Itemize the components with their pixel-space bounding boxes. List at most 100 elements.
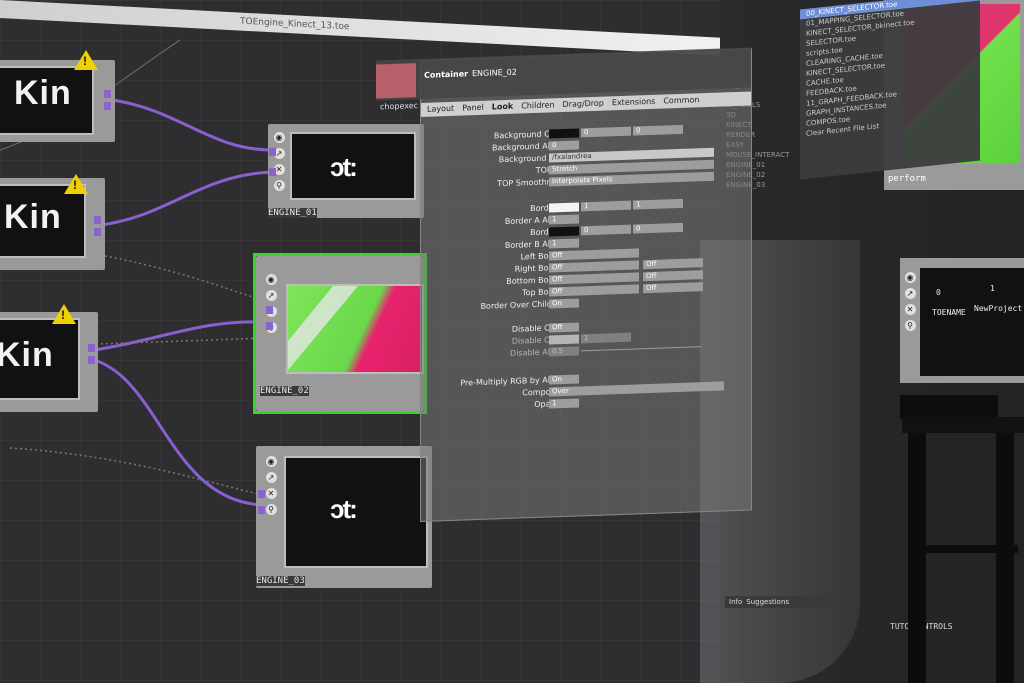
param-dropdown[interactable]: Off <box>549 272 639 285</box>
op-name[interactable]: ENGINE_02 <box>472 68 517 79</box>
table-header-cell: 0 <box>936 288 941 297</box>
viewer-toggle-icon[interactable]: ◉ <box>273 132 285 143</box>
output-port[interactable] <box>88 356 95 364</box>
wire-icon[interactable]: ↗ <box>904 288 916 299</box>
input-port[interactable] <box>258 490 265 498</box>
tab-common[interactable]: Common <box>663 93 699 108</box>
node-name[interactable]: ENGINE_01 <box>268 208 317 218</box>
tab-extensions[interactable]: Extensions <box>612 95 655 111</box>
tab-layout[interactable]: Layout <box>427 102 454 117</box>
warning-icon[interactable]: ! <box>74 50 98 70</box>
param-dropdown[interactable]: Off <box>643 258 703 270</box>
bottom-tabs: Info Suggestions <box>725 596 834 608</box>
output-port[interactable] <box>94 216 101 224</box>
dashed-link-2 <box>9 447 263 496</box>
table-viewer <box>920 268 1024 376</box>
kin-node-2[interactable]: Kin ! <box>0 174 105 270</box>
param-dropdown[interactable]: Off <box>549 284 639 297</box>
node-viewer <box>284 456 428 568</box>
param-toggle[interactable]: On <box>549 298 579 309</box>
table-cell: TOENAME <box>932 308 966 317</box>
wire-kin1-engine1 <box>111 98 273 152</box>
tab-children[interactable]: Children <box>521 98 554 113</box>
viewer-toggle-icon[interactable]: ◉ <box>265 456 277 467</box>
kin-node-1[interactable]: Kin ! <box>0 50 115 142</box>
tab-look[interactable]: Look <box>492 100 513 115</box>
engine-node-3[interactable]: ◉ ↗ ✕ ⚲ ɔt: ENGINE_03 <box>256 446 432 588</box>
input-port[interactable] <box>269 168 276 176</box>
param-value[interactable]: 0 <box>581 126 631 138</box>
kin-node-3[interactable]: Kin ! <box>0 304 98 412</box>
param-value[interactable]: 1 <box>549 398 579 409</box>
engine-node-2[interactable]: ◉ ↗ ✕ ⚲ ENGINE_02 <box>253 253 427 414</box>
viewer-shape <box>288 286 358 370</box>
node-name[interactable]: ENGINE_03 <box>256 576 305 586</box>
engine-node-1[interactable]: ◉ ↗ ✕ ⚲ ɔt: ENGINE_01 <box>268 124 424 218</box>
output-port[interactable] <box>104 90 111 98</box>
tab-panel[interactable]: Panel <box>462 101 484 116</box>
param-value[interactable]: 0 <box>633 222 683 234</box>
warning-icon[interactable]: ! <box>52 304 76 324</box>
lock-icon[interactable]: ⚲ <box>273 180 285 191</box>
param-slider[interactable] <box>581 346 701 352</box>
tab-suggestions[interactable]: Suggestions <box>746 596 789 608</box>
param-value[interactable]: 0 <box>581 224 631 236</box>
param-dropdown[interactable]: Off <box>643 282 703 294</box>
viewer-toggle-icon[interactable]: ◉ <box>265 274 277 285</box>
warning-icon[interactable]: ! <box>64 174 88 194</box>
wire-icon[interactable]: ↗ <box>265 290 277 301</box>
color-swatch[interactable] <box>549 202 579 213</box>
input-port[interactable] <box>266 322 273 330</box>
node-toolbar: ◉ ↗ ✕ ⚲ <box>272 132 286 191</box>
param-dropdown[interactable]: Off <box>549 260 639 273</box>
kin-label: Kin <box>4 198 62 236</box>
param-value[interactable]: 1 <box>581 332 631 344</box>
dashed-link-1 <box>99 254 263 301</box>
param-toggle[interactable]: On <box>549 374 579 385</box>
param-value[interactable]: 1 <box>581 200 631 212</box>
kinect-stool <box>900 395 1024 683</box>
tab-info[interactable]: Info <box>729 596 742 608</box>
wire-kin2-engine1 <box>101 170 273 227</box>
touchdesigner-logo: ɔt: <box>330 152 358 182</box>
color-swatch[interactable] <box>549 226 579 237</box>
table-header-cell: 1 <box>990 284 995 293</box>
stool-rung <box>908 545 1018 553</box>
parameter-dialog[interactable]: Container ENGINE_02 chopexec Layout Pane… <box>376 47 752 522</box>
output-port[interactable] <box>88 344 95 352</box>
touchdesigner-logo: ɔt: <box>330 494 358 524</box>
node-name[interactable]: perform <box>888 174 926 184</box>
wire-kin3-engine3 <box>93 358 263 507</box>
kin-label: Kin <box>14 74 72 112</box>
output-port[interactable] <box>104 102 111 110</box>
viewer-toggle-icon[interactable]: ◉ <box>904 272 916 283</box>
param-dropdown[interactable]: Off <box>643 270 703 282</box>
node-name[interactable]: ENGINE_02 <box>260 386 309 396</box>
bypass-icon[interactable]: ✕ <box>265 488 277 499</box>
bypass-icon[interactable]: ✕ <box>904 304 916 315</box>
param-value[interactable]: 1 <box>549 214 579 225</box>
color-swatch[interactable] <box>549 334 579 345</box>
param-value[interactable]: 0.5 <box>549 346 579 357</box>
param-value[interactable]: 1 <box>549 238 579 249</box>
recent-files-menu[interactable]: 00_KINECT_SELECTOR.toe 01_MAPPING_SELECT… <box>800 0 980 180</box>
stool-leg <box>996 433 1014 683</box>
param-value[interactable]: 0 <box>549 140 579 151</box>
param-value[interactable]: 0 <box>633 124 683 136</box>
wire-icon[interactable]: ↗ <box>265 472 277 483</box>
param-value[interactable]: 1 <box>633 198 683 210</box>
input-port[interactable] <box>266 306 273 314</box>
output-port[interactable] <box>94 228 101 236</box>
table-cell: NewProject <box>974 304 1023 313</box>
lock-icon[interactable]: ⚲ <box>904 320 916 331</box>
input-port[interactable] <box>269 148 276 156</box>
param-dropdown[interactable]: Off <box>549 248 639 261</box>
dashed-link-3 <box>95 337 263 345</box>
param-toggle[interactable]: Off <box>549 322 579 333</box>
node-toolbar: ◉ ↗ ✕ ⚲ <box>903 272 917 331</box>
table-node[interactable]: ◉ ↗ ✕ ⚲ 0 1 TOENAME NewProject <box>900 258 1024 383</box>
tab-drag-drop[interactable]: Drag/Drop <box>563 97 604 112</box>
input-port[interactable] <box>258 506 265 514</box>
lock-icon[interactable]: ⚲ <box>265 504 277 515</box>
color-swatch[interactable] <box>549 128 579 139</box>
